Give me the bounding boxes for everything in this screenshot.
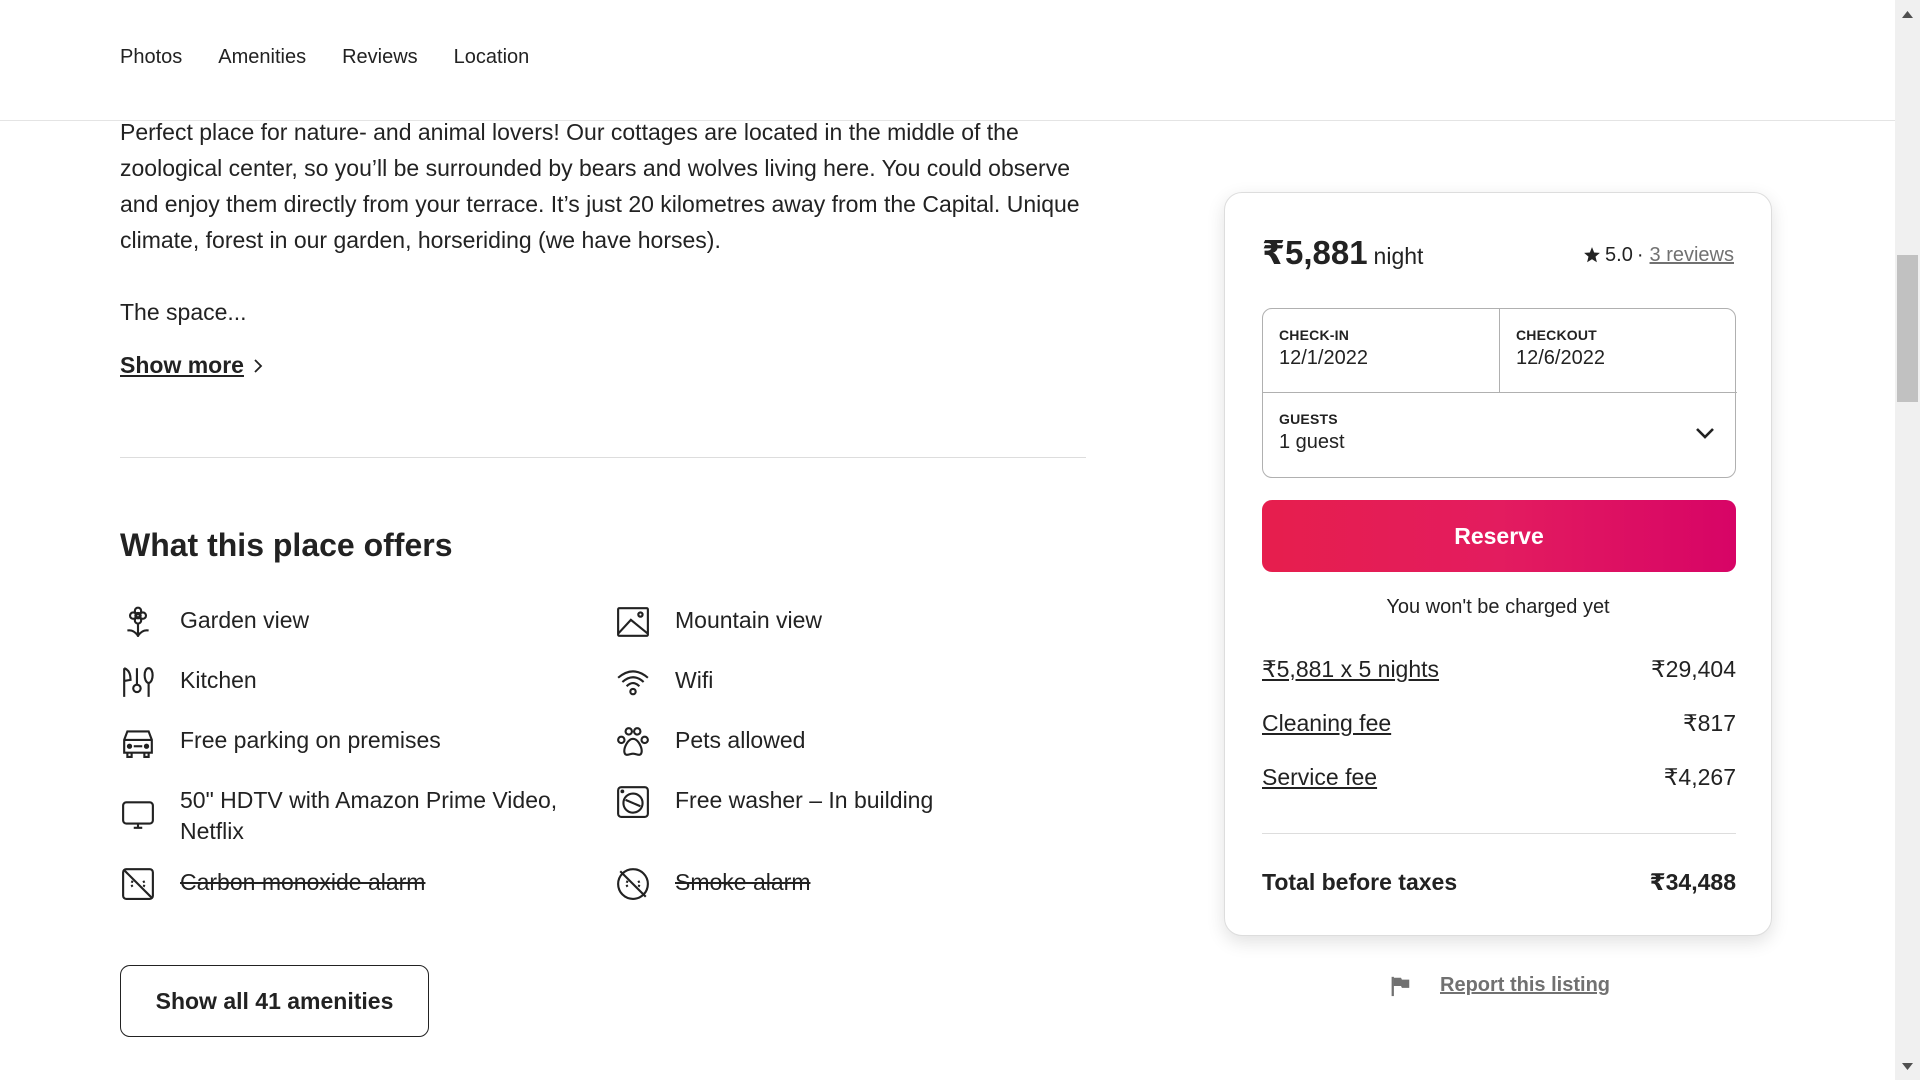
amenity-item: Free washer – In building xyxy=(615,772,1086,854)
amenity-label: Kitchen xyxy=(180,667,257,693)
booking-card: ₹5,881 night 5.0 · 3 reviews CHECK-IN 12/… xyxy=(1224,192,1772,936)
amenity-item-unavailable: Carbon monoxide alarm xyxy=(120,854,615,914)
wifi-icon xyxy=(615,664,651,700)
amenity-item: Wifi xyxy=(615,652,1086,712)
scrollbar-thumb[interactable] xyxy=(1897,255,1918,402)
tab-location[interactable]: Location xyxy=(454,46,530,69)
washer-icon xyxy=(615,784,651,820)
star-icon xyxy=(1584,247,1600,263)
flag-icon xyxy=(1391,976,1410,996)
card-divider xyxy=(1262,833,1736,834)
amenity-label: Smoke alarm xyxy=(675,869,811,895)
amenity-item: Kitchen xyxy=(120,652,615,712)
checkin-label: CHECK-IN xyxy=(1279,327,1350,343)
amenities-grid: Garden view Mountain view Kitchen Wifi F… xyxy=(120,592,1086,914)
nightly-total-link[interactable]: ₹5,881 x 5 nights xyxy=(1262,656,1439,710)
rating-value: 5.0 xyxy=(1605,243,1633,266)
service-fee-link[interactable]: Service fee xyxy=(1262,764,1377,818)
tv-icon xyxy=(120,796,156,832)
guests-value: 1 guest xyxy=(1279,431,1345,453)
page-scrollbar[interactable] xyxy=(1895,0,1920,1080)
nightly-price: ₹5,881 night xyxy=(1262,233,1423,272)
price-row: ₹5,881 night 5.0 · 3 reviews xyxy=(1262,233,1734,272)
price-amount: ₹5,881 xyxy=(1262,234,1368,271)
guests-label: GUESTS xyxy=(1279,411,1338,427)
rating-summary: 5.0 · 3 reviews xyxy=(1583,244,1734,267)
reserve-button[interactable]: Reserve xyxy=(1262,500,1736,572)
scroll-down-arrow-icon[interactable] xyxy=(1895,1056,1920,1076)
the-space-text: The space... xyxy=(120,299,247,325)
price-unit: night xyxy=(1373,243,1424,269)
section-nav: Photos Amenities Reviews Location xyxy=(120,46,529,69)
sticky-header: Photos Amenities Reviews Location xyxy=(0,0,1895,121)
fee-row: Service fee ₹4,267 xyxy=(1262,764,1736,818)
fee-amount: ₹817 xyxy=(1682,710,1736,736)
utensils-icon xyxy=(120,664,156,700)
show-more-link[interactable]: Show more xyxy=(120,352,266,379)
fee-row: ₹5,881 x 5 nights ₹29,404 xyxy=(1262,656,1736,710)
checkin-value: 12/1/2022 xyxy=(1279,347,1368,369)
amenity-item: 50" HDTV with Amazon Prime Video, Netfli… xyxy=(120,772,615,854)
checkout-value: 12/6/2022 xyxy=(1516,347,1605,369)
paw-icon xyxy=(615,724,651,760)
listing-description: Perfect place for nature- and animal lov… xyxy=(120,114,1086,379)
smoke-alarm-off-icon xyxy=(615,866,651,902)
amenity-item: Free parking on premises xyxy=(120,712,615,772)
description-text: Perfect place for nature- and animal lov… xyxy=(120,119,1080,253)
fee-amount: ₹4,267 xyxy=(1663,764,1736,790)
flower-icon xyxy=(120,604,156,640)
show-more-label: Show more xyxy=(120,352,244,378)
no-charge-note: You won't be charged yet xyxy=(1386,596,1610,618)
amenity-label: Carbon monoxide alarm xyxy=(180,869,426,895)
amenity-label: Garden view xyxy=(180,607,310,633)
amenity-item: Pets allowed xyxy=(615,712,1086,772)
image-icon xyxy=(615,604,651,640)
amenity-item: Mountain view xyxy=(615,592,1086,652)
show-all-amenities-button[interactable]: Show all 41 amenities xyxy=(120,965,429,1037)
report-label: Report this listing xyxy=(1440,974,1610,996)
chevron-right-icon xyxy=(254,358,263,373)
reviews-link[interactable]: 3 reviews xyxy=(1650,244,1734,267)
fee-amount: ₹29,404 xyxy=(1651,656,1736,682)
checkin-field[interactable]: CHECK-IN 12/1/2022 xyxy=(1263,309,1500,393)
total-amount: ₹34,488 xyxy=(1649,869,1736,895)
section-divider xyxy=(120,457,1086,458)
car-icon xyxy=(120,724,156,760)
rating-separator: · xyxy=(1636,243,1644,266)
tab-reviews[interactable]: Reviews xyxy=(342,46,418,69)
amenity-label: Wifi xyxy=(675,667,714,693)
report-listing-link[interactable]: Report this listing xyxy=(1390,974,1610,997)
amenity-label: Free parking on premises xyxy=(180,727,441,753)
amenity-label: Free washer – In building xyxy=(675,787,934,813)
cleaning-fee-link[interactable]: Cleaning fee xyxy=(1262,710,1391,764)
tab-photos[interactable]: Photos xyxy=(120,46,182,69)
guests-dropdown[interactable]: GUESTS 1 guest xyxy=(1263,393,1737,479)
amenity-item-unavailable: Smoke alarm xyxy=(615,854,1086,914)
chevron-down-icon xyxy=(1696,428,1714,439)
amenity-label: 50" HDTV with Amazon Prime Video, Netfli… xyxy=(180,787,558,844)
fee-row: Cleaning fee ₹817 xyxy=(1262,710,1736,764)
amenities-title: What this place offers xyxy=(120,527,453,563)
amenity-label: Mountain view xyxy=(675,607,823,633)
fee-breakdown: ₹5,881 x 5 nights ₹29,404 Cleaning fee ₹… xyxy=(1262,656,1736,818)
amenity-item: Garden view xyxy=(120,592,615,652)
date-guest-picker: CHECK-IN 12/1/2022 CHECKOUT 12/6/2022 GU… xyxy=(1262,308,1737,479)
checkout-label: CHECKOUT xyxy=(1516,327,1597,343)
checkout-field[interactable]: CHECKOUT 12/6/2022 xyxy=(1500,309,1737,393)
tab-amenities[interactable]: Amenities xyxy=(218,46,306,69)
total-label: Total before taxes xyxy=(1262,869,1458,895)
amenity-label: Pets allowed xyxy=(675,727,806,753)
total-row: Total before taxes ₹34,488 xyxy=(1262,869,1736,896)
scroll-up-arrow-icon[interactable] xyxy=(1895,4,1920,24)
co-alarm-off-icon xyxy=(120,866,156,902)
